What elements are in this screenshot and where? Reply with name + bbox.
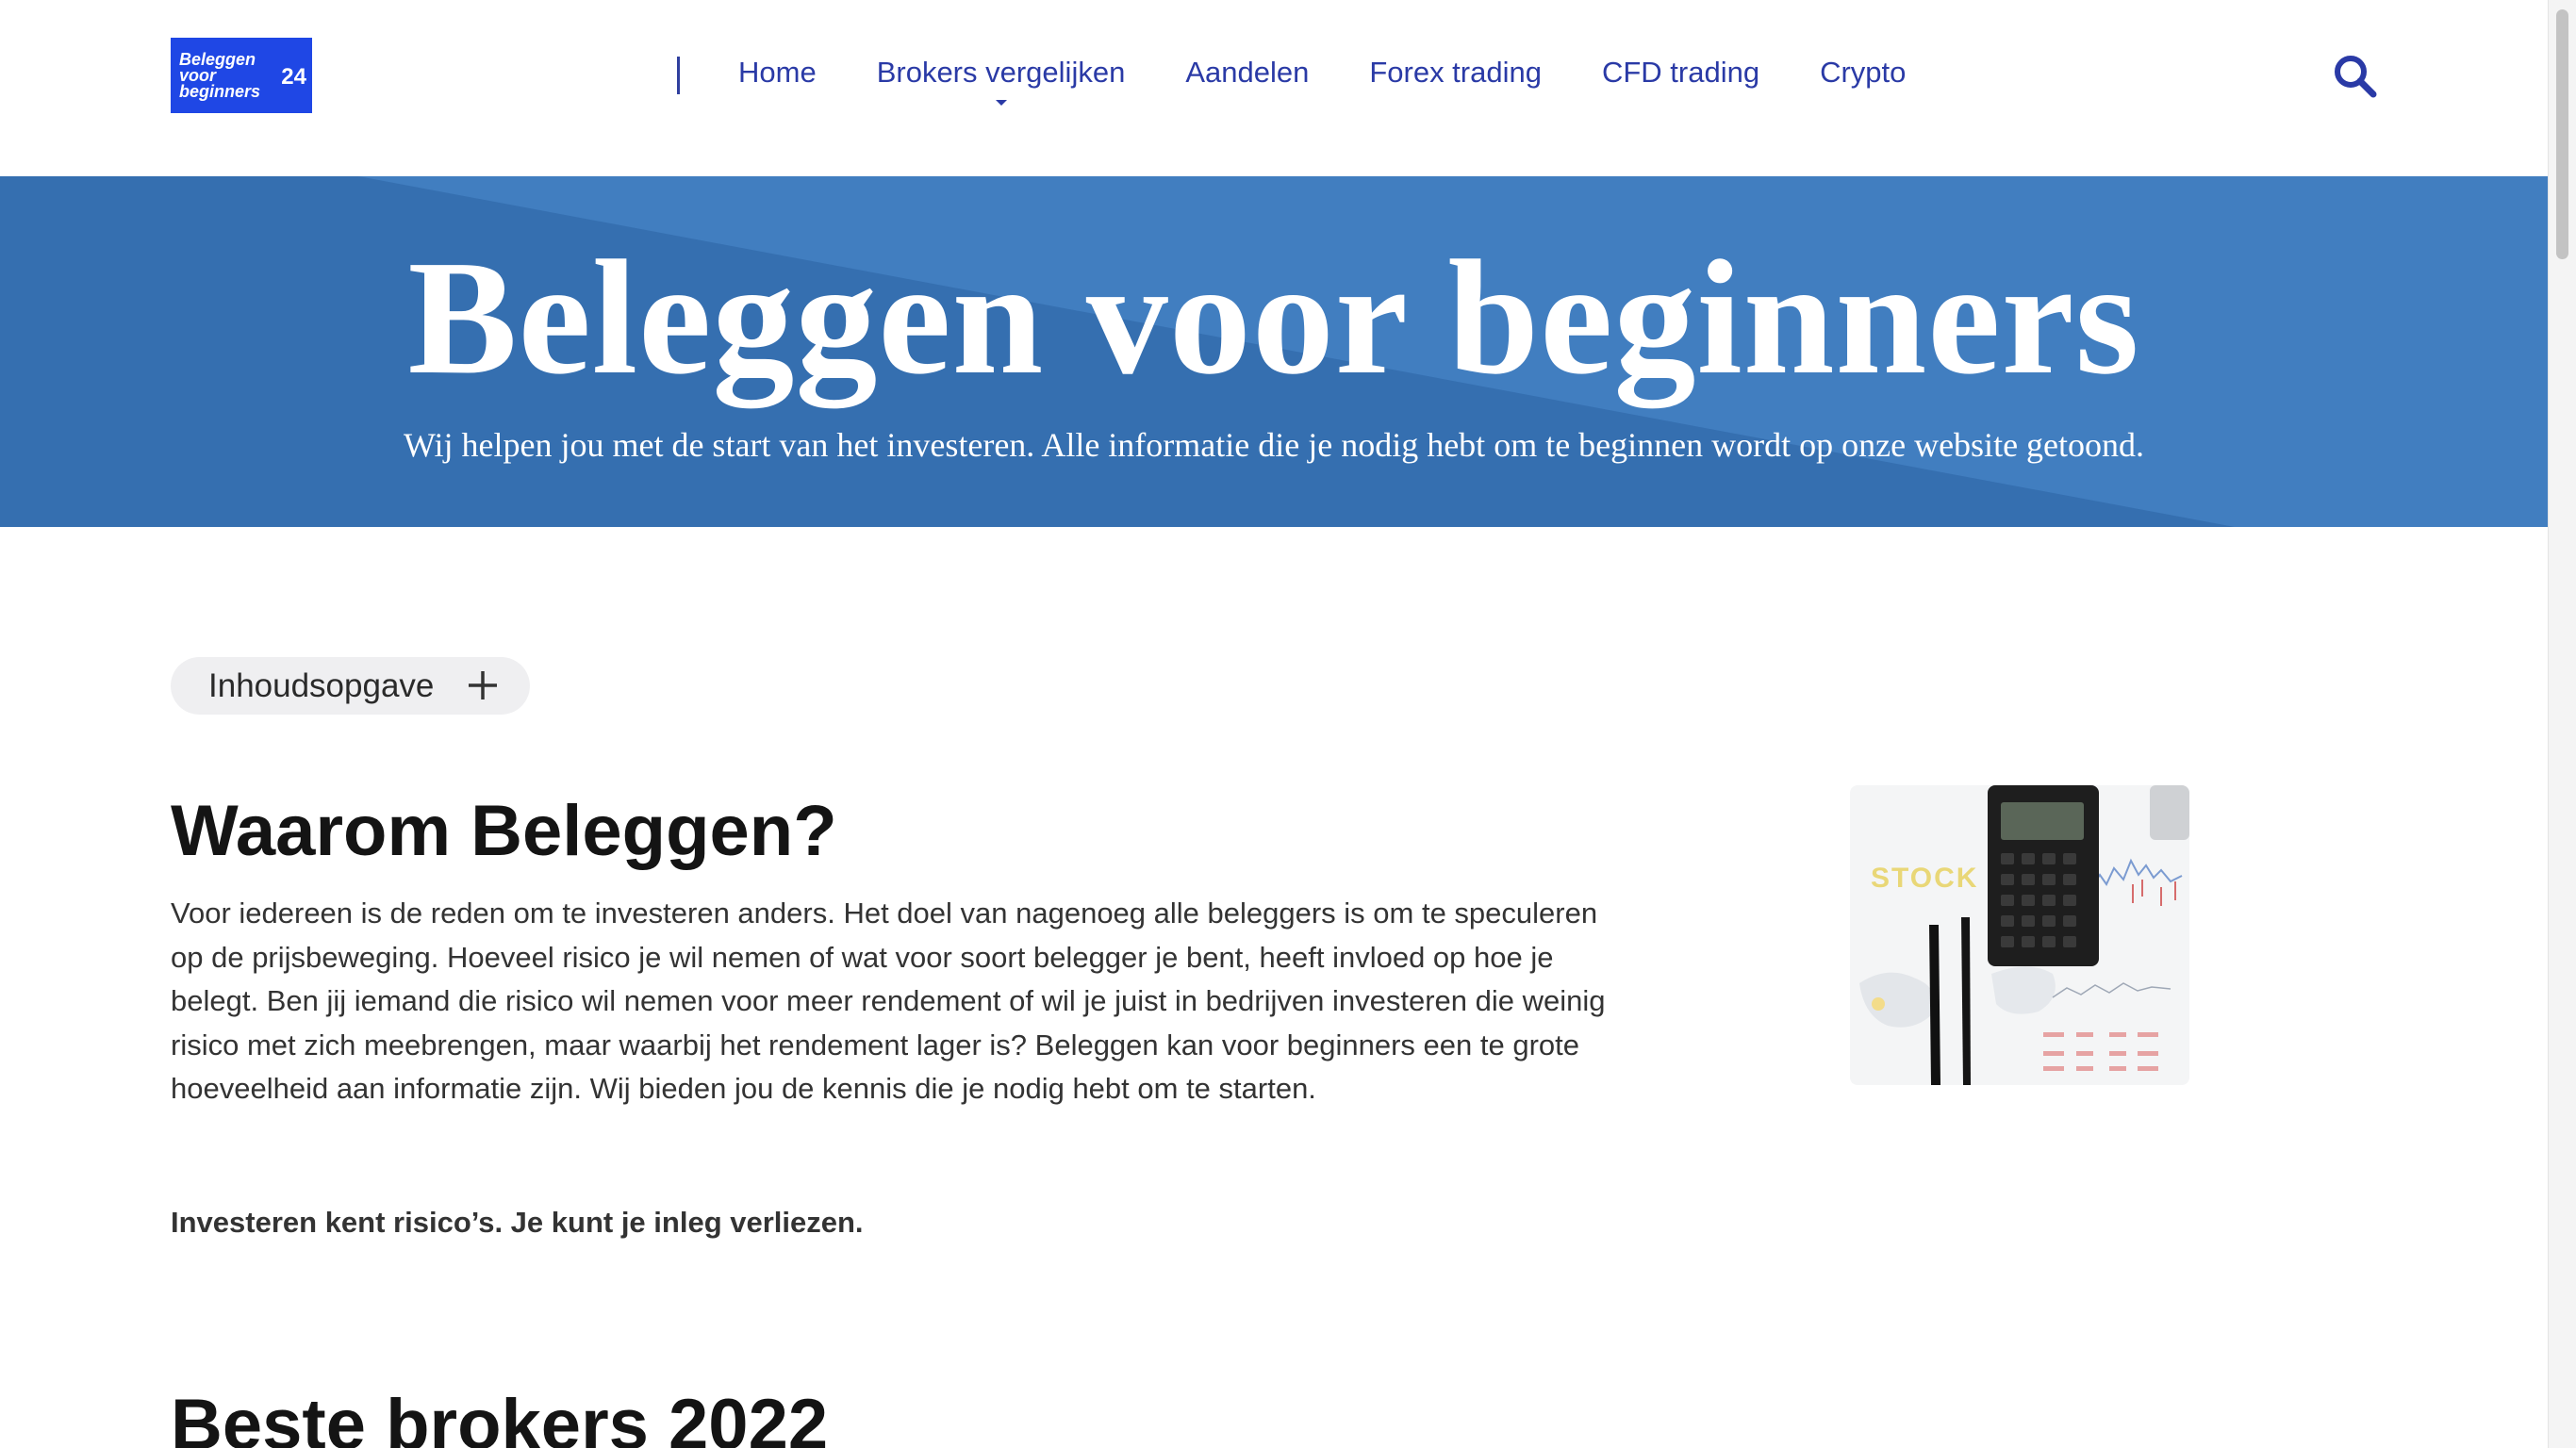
stock-calculator-image: STOCK: [1850, 785, 2189, 1085]
logo-text: Beleggen voor beginners: [179, 50, 261, 101]
caret-down-icon: [995, 100, 1007, 106]
nav-item-aandelen[interactable]: Aandelen: [1185, 52, 1309, 93]
page: Beleggen voor beginners 24 Home Brokers …: [0, 0, 2576, 1448]
stock-label: STOCK: [1871, 863, 1978, 894]
nav-item-label: Crypto: [1820, 56, 1907, 89]
nav-item-brokers-vergelijken[interactable]: Brokers vergelijken: [876, 52, 1126, 106]
toc-label: Inhoudsopgave: [208, 667, 435, 704]
site-header: Beleggen voor beginners 24 Home Brokers …: [0, 0, 2548, 176]
section-heading-waarom-beleggen: Waarom Beleggen?: [171, 791, 837, 871]
hero-title: Beleggen voor beginners: [407, 226, 2140, 408]
main-nav: Home Brokers vergelijken Aandelen Forex …: [738, 52, 1966, 106]
nav-item-label: CFD trading: [1601, 56, 1760, 89]
nav-item-label: Home: [738, 56, 817, 89]
page-scrollbar[interactable]: [2548, 0, 2576, 1448]
hero-banner: Beleggen voor beginners Wij helpen jou m…: [0, 176, 2548, 527]
nav-item-forex-trading[interactable]: Forex trading: [1369, 52, 1542, 93]
search-button[interactable]: [2331, 52, 2380, 101]
nav-item-label: Aandelen: [1185, 56, 1310, 89]
section-heading-beste-brokers: Beste brokers 2022: [171, 1385, 829, 1448]
site-logo[interactable]: Beleggen voor beginners 24: [171, 38, 312, 113]
nav-item-cfd-trading[interactable]: CFD trading: [1602, 52, 1759, 93]
nav-item-crypto[interactable]: Crypto: [1820, 52, 1906, 93]
section-body-text: Voor iedereen is de reden om te invester…: [171, 897, 1606, 1105]
nav-item-home[interactable]: Home: [738, 52, 817, 93]
stock-illustration: STOCK: [1850, 785, 2189, 1085]
risk-warning: Investeren kent risico’s. Je kunt je inl…: [171, 1206, 864, 1239]
nav-divider: [677, 57, 680, 94]
nav-item-label: Brokers vergelijken: [876, 56, 1126, 89]
table-of-contents-toggle[interactable]: Inhoudsopgave: [171, 657, 530, 715]
plus-icon: [469, 671, 497, 699]
hero-subtitle: Wij helpen jou met de start van het inve…: [403, 426, 2145, 464]
logo-number: 24: [281, 64, 306, 90]
search-icon: [2335, 56, 2377, 98]
nav-item-label: Forex trading: [1369, 56, 1542, 89]
scrollbar-thumb[interactable]: [2556, 9, 2568, 259]
